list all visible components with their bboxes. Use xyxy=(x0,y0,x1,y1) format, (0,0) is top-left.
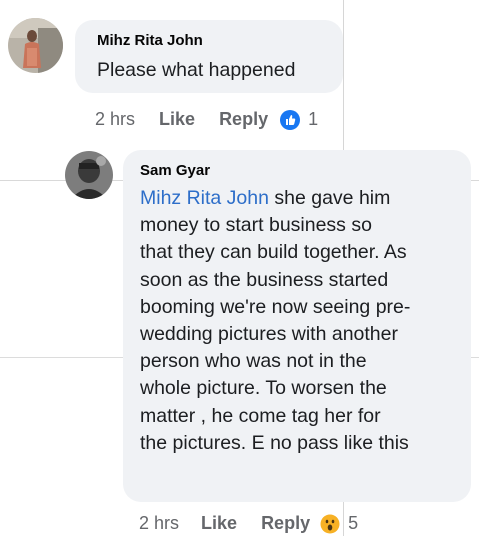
reply-button[interactable]: Reply xyxy=(261,513,310,534)
like-icon xyxy=(280,109,301,130)
comment-bubble: Mihz Rita John Please what happened xyxy=(75,20,343,93)
comment-actions: 2 hrs Like Reply 5 xyxy=(139,513,358,534)
comment-line: the pictures. E no pass like this xyxy=(140,431,409,454)
wow-icon xyxy=(320,514,340,534)
comment-line: wedding pictures with another xyxy=(140,323,398,346)
comment-line: money to start business so xyxy=(140,214,372,237)
comment-author[interactable]: Sam Gyar xyxy=(140,162,210,179)
mention-link[interactable]: Mihz Rita John xyxy=(140,187,269,209)
reply-button[interactable]: Reply xyxy=(219,109,268,130)
comment-line: soon as the business started xyxy=(140,268,389,291)
reaction-count[interactable]: 5 xyxy=(348,513,358,534)
avatar[interactable] xyxy=(8,18,63,73)
comment-line: that they can build together. As xyxy=(140,241,407,264)
comment-line: booming we're now seeing pre- xyxy=(140,295,411,318)
comment-text: Mihz Rita John she gave him money to sta… xyxy=(140,185,410,457)
like-button[interactable]: Like xyxy=(201,513,237,534)
comment-line: person who was not in the xyxy=(140,350,367,373)
like-button[interactable]: Like xyxy=(159,109,195,130)
comment-line: whole picture. To worsen the xyxy=(140,377,387,400)
comment-line: matter , he come tag her for xyxy=(140,404,381,427)
comment-author[interactable]: Mihz Rita John xyxy=(97,32,203,49)
comment-text: Please what happened xyxy=(97,59,296,81)
avatar[interactable] xyxy=(65,151,113,199)
timestamp[interactable]: 2 hrs xyxy=(139,513,179,534)
comment-line: Mihz Rita John she gave him xyxy=(140,187,391,209)
comment-actions: 2 hrs Like Reply 1 xyxy=(95,109,318,130)
comment-bubble: Sam Gyar Mihz Rita John she gave him mon… xyxy=(123,150,471,502)
reaction-count[interactable]: 1 xyxy=(308,109,318,130)
comment-thread: Mihz Rita John Please what happened 2 hr… xyxy=(0,0,479,536)
timestamp[interactable]: 2 hrs xyxy=(95,109,135,130)
